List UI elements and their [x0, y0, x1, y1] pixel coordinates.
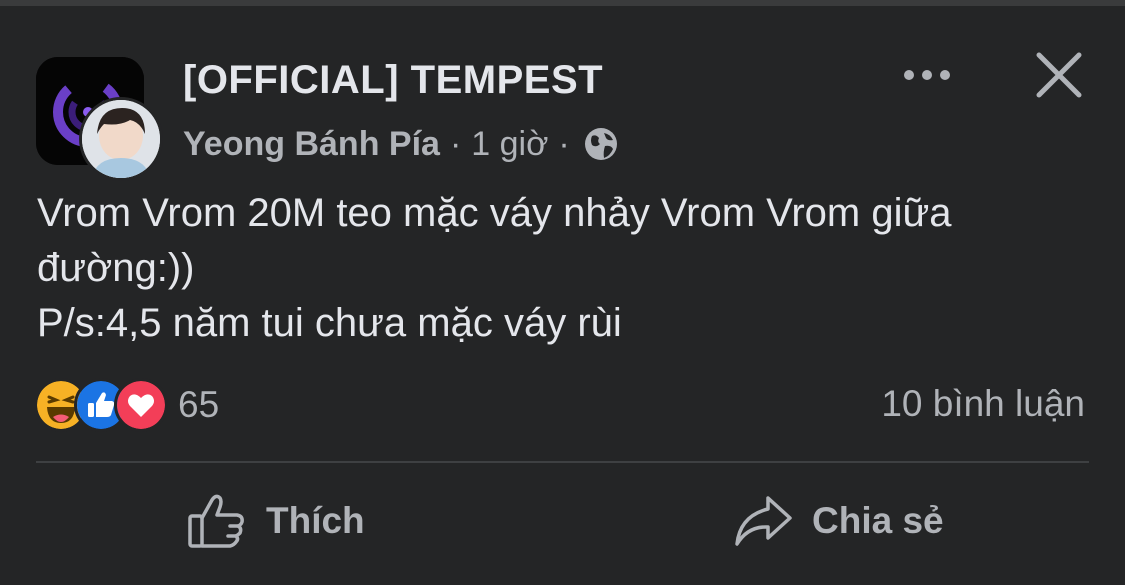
share-arrow-icon	[735, 496, 792, 546]
post-text-line: Vrom Vrom 20M teo mặc váy nhảy Vrom Vrom…	[37, 191, 952, 235]
more-options-button[interactable]	[900, 60, 954, 90]
post-text: Vrom Vrom 20M teo mặc váy nhảy Vrom Vrom…	[37, 186, 1097, 351]
share-button[interactable]: Chia sẻ	[732, 488, 944, 554]
post-text-line: P/s:4,5 năm tui chưa mặc váy rùi	[37, 301, 622, 345]
profile-photo	[82, 100, 160, 178]
user-avatar[interactable]	[79, 97, 163, 181]
post-time[interactable]: 1 giờ	[471, 125, 548, 164]
globe-icon	[584, 128, 617, 160]
post-text-line: đường:))	[37, 246, 195, 290]
divider	[36, 461, 1089, 463]
reaction-summary[interactable]: 65	[34, 378, 220, 432]
reaction-count: 65	[178, 384, 220, 425]
close-icon	[1036, 52, 1082, 98]
author-name[interactable]: Yeong Bánh Pía	[183, 125, 440, 164]
more-horizontal-icon	[904, 70, 950, 80]
like-label: Thích	[266, 500, 365, 541]
like-button[interactable]: Thích	[186, 488, 365, 554]
thumbs-up-icon	[188, 494, 244, 548]
top-separator	[0, 0, 1125, 6]
love-icon	[114, 378, 168, 432]
share-label: Chia sẻ	[812, 500, 944, 541]
meta-separator: ·	[558, 124, 570, 163]
comment-count-link[interactable]: 10 bình luận	[881, 383, 1085, 425]
group-name[interactable]: [OFFICIAL] TEMPEST	[183, 58, 603, 103]
meta-separator: ·	[449, 124, 462, 163]
close-button[interactable]	[1034, 50, 1084, 100]
post-meta: Yeong Bánh Pía · 1 giờ ·	[183, 122, 620, 166]
